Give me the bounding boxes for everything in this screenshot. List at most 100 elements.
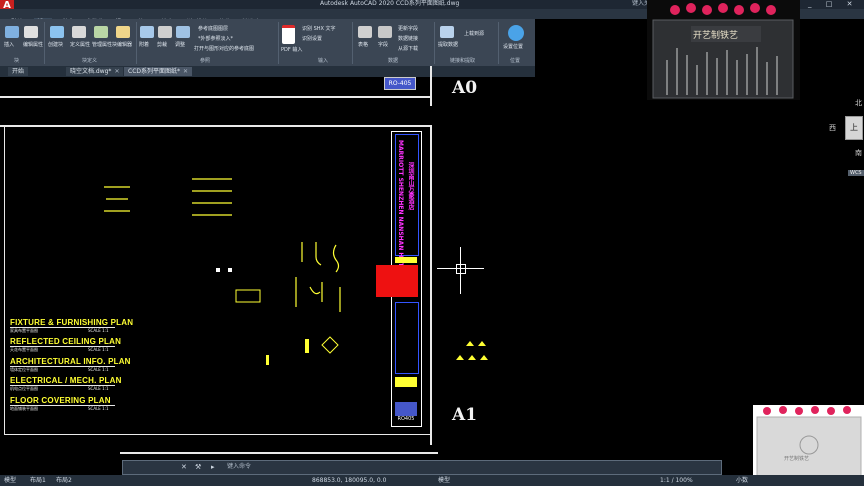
small-symbols	[216, 268, 339, 365]
viewcube-top-face[interactable]: 上	[845, 116, 863, 140]
extract-data-icon[interactable]	[440, 26, 454, 38]
tab-start[interactable]: 开始	[8, 67, 29, 76]
globe-icon[interactable]	[508, 25, 524, 41]
create-block-button[interactable]: 创建块	[48, 41, 63, 48]
tab-drawing-1[interactable]: 晓空文档.dwg* ✕	[66, 67, 124, 76]
window-controls[interactable]: _ □ ✕	[808, 0, 858, 8]
group-linking: 提取数据 上载到源 链接和提取	[436, 22, 499, 64]
clip-button[interactable]: 剪裁	[157, 41, 167, 48]
attach-icon[interactable]	[140, 26, 154, 38]
tab-layout-1[interactable]: 布局1	[30, 475, 46, 486]
tab-model[interactable]: 模型	[4, 475, 16, 486]
tab-drawing-2[interactable]: CCD系列平面图纸* ✕	[124, 67, 193, 76]
command-prompt-icon: ▸	[211, 463, 215, 471]
drawing-code-top: RO-405	[384, 77, 416, 90]
set-location-button[interactable]: 设置位置	[503, 43, 523, 50]
sheet-label-a1: A1	[452, 405, 478, 425]
annotation-scale[interactable]: 1:1 / 100%	[660, 475, 693, 486]
recognize-settings-button[interactable]: 识别设置	[302, 35, 322, 42]
group-location: 设置位置 位置	[500, 22, 532, 64]
furniture-symbols	[104, 178, 341, 312]
status-bar: 模型 布局1 布局2 868853.0, 180095.0, 0.0 模型 1:…	[0, 475, 864, 486]
legend-lines	[192, 178, 232, 216]
group-reference: 附着 剪裁 调整 参考底图图层 *外部参照淡入* 打开与图形对应的参考底图 参照	[138, 22, 279, 64]
close-icon[interactable]: ✕	[183, 68, 188, 75]
viewcube-west[interactable]: 西	[829, 123, 836, 133]
group-title-data: 数据	[388, 58, 399, 64]
sheet-border-top	[0, 96, 430, 98]
define-attribute-button[interactable]: 定义属性	[70, 41, 90, 48]
viewcube-north[interactable]: 北	[855, 98, 862, 108]
update-fields-button[interactable]: 更新字段	[398, 25, 418, 32]
wcs-label[interactable]: WCS	[848, 170, 864, 176]
coordinate-readout: 868853.0, 180095.0, 0.0	[312, 477, 387, 484]
edit-attribute-icon[interactable]	[24, 26, 38, 38]
download-from-source-button[interactable]: 从源下载	[398, 45, 418, 52]
sheet-border-right	[430, 125, 432, 445]
wall-symbol	[295, 277, 341, 312]
underlay-layers-button[interactable]: 参考底图图层	[198, 25, 228, 32]
create-block-icon[interactable]	[50, 26, 64, 38]
recognize-shx-button[interactable]: 识别 SHX 文字	[302, 25, 336, 32]
edit-attribute-button[interactable]: 编辑属性	[23, 41, 43, 48]
group-data: 表格 字段 更新字段 数据链接 从源下载 数据	[354, 22, 435, 64]
close-icon[interactable]: ✕	[181, 462, 187, 472]
fixture-notes	[104, 186, 130, 212]
group-title-block: 块	[14, 58, 20, 64]
group-title-linking: 链接和提取	[450, 58, 476, 64]
clip-icon[interactable]	[158, 26, 172, 38]
group-import: PDF 输入 识别 SHX 文字 识别设置 输入	[280, 22, 353, 64]
wrench-icon[interactable]: ⚒	[195, 462, 201, 472]
right-symbols	[456, 341, 488, 360]
ad-product-top	[647, 0, 800, 100]
ad-bottom-caption: 开艺制铁艺	[784, 456, 810, 462]
crosshair-pickbox	[456, 264, 466, 274]
pdf-import-button[interactable]: PDF 输入	[281, 46, 302, 53]
units-display[interactable]: 小数	[736, 475, 748, 486]
insert-button[interactable]: 插入	[4, 41, 14, 48]
field-icon[interactable]	[378, 26, 392, 38]
tab-drawing-1-label: 晓空文档.dwg*	[70, 68, 112, 75]
sheet-border-lower	[120, 452, 438, 454]
document-tab-bar: 开始 晓空文档.dwg* ✕ CCD系列平面图纸* ✕	[0, 66, 535, 77]
pdf-import-icon[interactable]	[282, 25, 295, 44]
group-title-import: 输入	[318, 58, 329, 64]
viewcube[interactable]: 北 西 上 南	[829, 98, 864, 158]
sheet-border-divider-top	[430, 66, 432, 106]
data-link-button[interactable]: 数据链接	[398, 35, 418, 42]
manage-attributes-icon[interactable]	[94, 26, 108, 38]
extract-data-button[interactable]: 提取数据	[438, 41, 458, 48]
xref-fading-button[interactable]: *外部参照淡入*	[198, 35, 233, 42]
group-title-location: 位置	[510, 58, 521, 64]
command-input[interactable]: 键入命令	[227, 462, 251, 472]
manage-attributes-button[interactable]: 管理属性	[92, 41, 112, 48]
ad-product-bottom	[753, 405, 864, 486]
upload-to-source-button[interactable]: 上载到源	[464, 30, 484, 37]
block-editor-icon[interactable]	[116, 26, 130, 38]
field-button[interactable]: 字段	[378, 41, 388, 48]
command-line[interactable]: ✕ ⚒ ▸ 键入命令	[122, 460, 722, 475]
sheet-label-a0: A0	[452, 78, 478, 98]
ad-top-caption: 开艺制铁艺	[693, 31, 739, 41]
close-icon[interactable]: ✕	[114, 68, 119, 75]
table-button[interactable]: 表格	[358, 41, 368, 48]
insert-block-icon[interactable]	[5, 26, 19, 38]
tab-drawing-2-label: CCD系列平面图纸*	[128, 68, 180, 75]
tab-layout-2[interactable]: 布局2	[56, 475, 72, 486]
model-space-toggle[interactable]: 模型	[438, 475, 450, 486]
attach-button[interactable]: 附着	[139, 41, 149, 48]
open-underlay-button[interactable]: 打开与图形对应的参考底图	[194, 45, 254, 52]
adjust-icon[interactable]	[176, 26, 190, 38]
define-attribute-icon[interactable]	[72, 26, 86, 38]
ribbon-panel: 插入 编辑属性 块 创建块 定义属性 管理属性 块编辑器 块定义 附着 剪裁 调…	[0, 19, 535, 67]
table-icon[interactable]	[358, 26, 372, 38]
block-editor-button[interactable]: 块编辑器	[112, 41, 132, 48]
door-symbol	[301, 242, 340, 273]
tab-start-label: 开始	[12, 68, 25, 75]
adjust-button[interactable]: 调整	[175, 41, 185, 48]
window-title: Autodesk AutoCAD 2020 CCD系列平面图纸.dwg	[320, 0, 460, 7]
group-title-reference: 参照	[200, 58, 211, 64]
group-block: 插入 编辑属性 块	[2, 22, 45, 64]
viewcube-south[interactable]: 南	[855, 148, 862, 158]
group-block-definition: 创建块 定义属性 管理属性 块编辑器 块定义	[46, 22, 137, 64]
